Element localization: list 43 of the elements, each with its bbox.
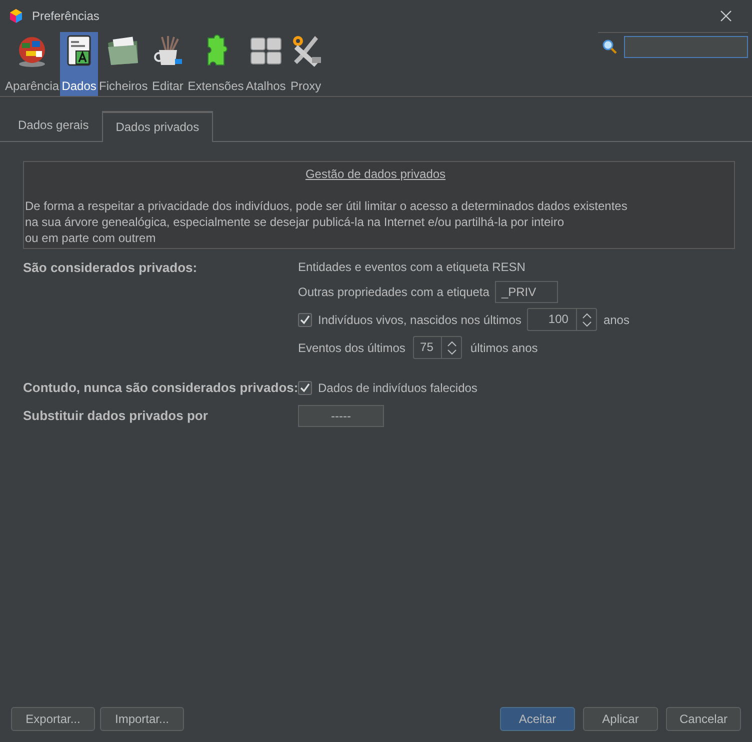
dialog-button[interactable]: Aceitar — [500, 707, 575, 731]
number-spinner[interactable]: 75 — [413, 336, 462, 359]
checkmark-icon — [300, 314, 310, 324]
toolbar-item[interactable]: Ficheiros — [98, 32, 149, 96]
info-text: ou em parte com outrem — [25, 230, 157, 246]
tag-label: Outras propriedades com a etiqueta — [298, 284, 490, 301]
section-label: Contudo, nunca são considerados privados: — [23, 379, 298, 397]
dialog-button[interactable]: Aplicar — [583, 707, 658, 731]
section-label: São considerados privados: — [23, 259, 198, 277]
unit-label: últimos anos — [470, 340, 538, 356]
toolbar-item[interactable]: Dados — [60, 32, 98, 96]
tab[interactable]: Dados privados — [102, 111, 214, 142]
checkbox[interactable] — [298, 380, 312, 395]
toolbar-item[interactable]: Proxy — [286, 32, 325, 96]
unit-label: anos — [603, 312, 630, 328]
dialog-button[interactable]: Cancelar — [666, 707, 741, 731]
rule-text: Entidades e eventos com a etiqueta RESN — [298, 259, 526, 276]
checkbox-label: Dados de indivíduos falecidos — [318, 380, 478, 397]
checkbox-label: Indivíduos vivos, nascidos nos últimos — [318, 312, 522, 328]
close-icon[interactable] — [720, 10, 732, 22]
app-logo-icon — [8, 8, 24, 24]
search-field[interactable] — [624, 36, 748, 58]
footer-button[interactable]: Importar... — [100, 707, 184, 731]
section-label: Substituir dados privados por — [23, 406, 209, 425]
tab[interactable]: Dados gerais — [5, 111, 102, 141]
toolbar-item[interactable]: Atalhos — [244, 32, 287, 96]
up-down-arrows-icon — [582, 312, 592, 326]
tag-field[interactable]: _PRIV — [495, 281, 558, 303]
toolbar-item[interactable]: Extensões — [186, 32, 245, 96]
info-title: Gestão de dados privados — [305, 166, 447, 183]
replacement-field[interactable]: ----- — [298, 404, 384, 426]
search-icon — [602, 39, 618, 55]
footer-button[interactable]: Exportar... — [11, 707, 95, 731]
checkbox[interactable] — [298, 312, 312, 326]
up-down-arrows-icon — [446, 340, 457, 354]
events-label: Eventos dos últimos — [298, 340, 406, 356]
info-text: na sua árvore genealógica, especialmente se desejar publicá-la na Internet e/ou partilhá-la por inteiro — [25, 214, 565, 230]
toolbar-item[interactable]: Editar — [148, 32, 187, 96]
window-title: Preferências — [32, 8, 100, 25]
number-spinner[interactable]: 100 — [527, 308, 598, 331]
checkmark-icon — [300, 382, 310, 393]
toolbar-item[interactable]: Aparência — [4, 32, 60, 96]
info-text: De forma a respeitar a privacidade dos indivíduos, pode ser útil limitar o acesso a determinados dados existentes — [25, 198, 628, 214]
